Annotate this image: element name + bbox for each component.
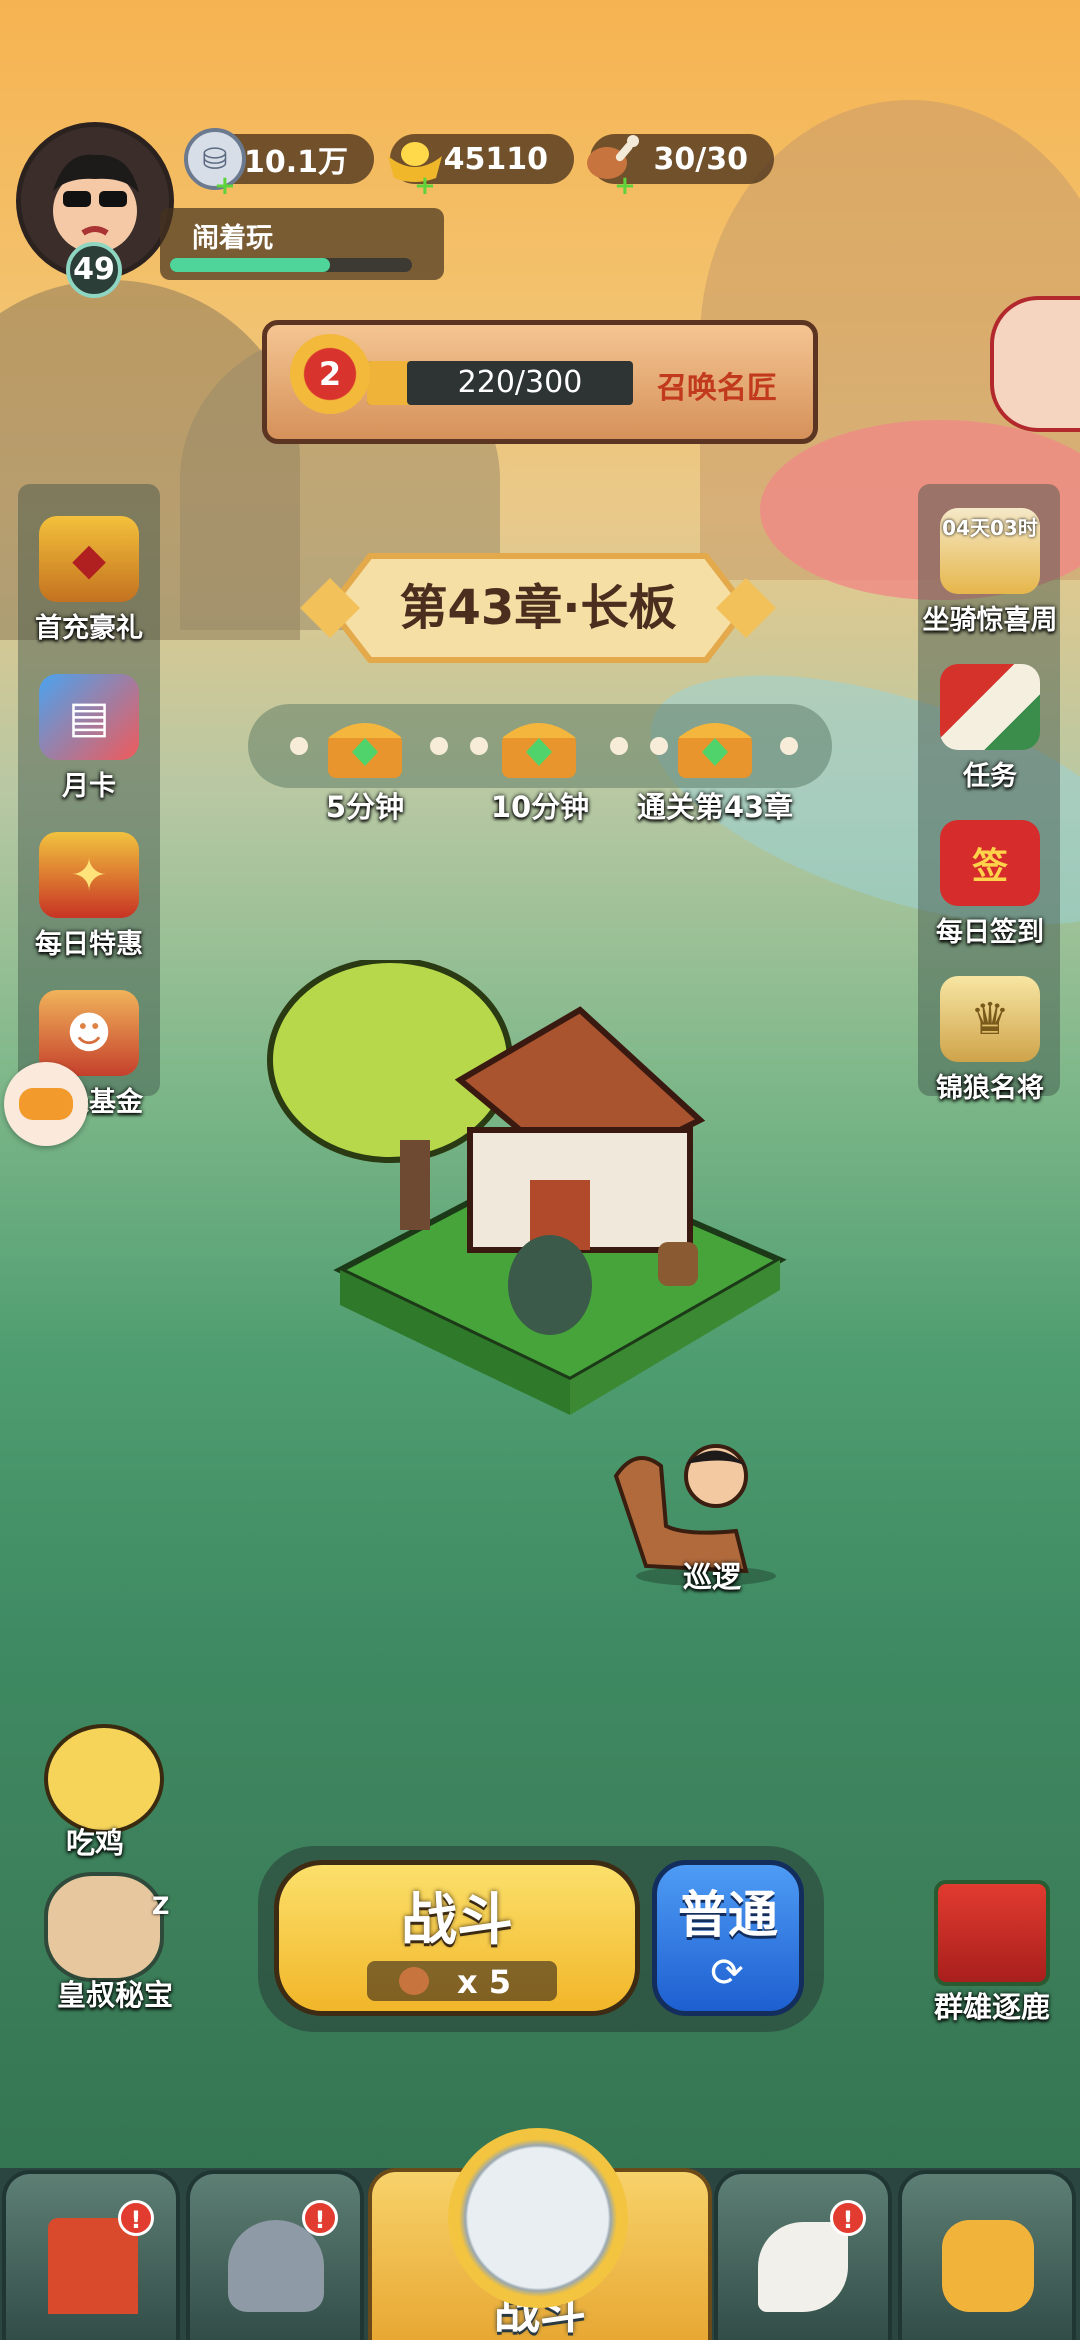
banner-icon [934, 1880, 1050, 1986]
crossed-swords-icon [448, 2128, 628, 2308]
mount-event-icon: 04天03时 [940, 508, 1040, 594]
track-dot [650, 737, 668, 755]
scroll-icon [940, 664, 1040, 750]
left-menu-month-card[interactable]: ▤ 月卡 [14, 674, 164, 803]
right-menu-label: 任务 [963, 761, 1017, 792]
nav-tab-equipment[interactable]: ! [186, 2170, 364, 2340]
player-level-badge: 49 [66, 242, 122, 298]
right-menu-tasks[interactable]: 任务 [915, 664, 1065, 793]
alert-badge: ! [302, 2200, 338, 2236]
general-helmet-icon: ♛ [940, 976, 1040, 1062]
left-menu-label: 月卡 [62, 771, 116, 802]
fist-upgrade-icon [942, 2220, 1034, 2312]
chapter-title: 第43章·长板 [399, 580, 677, 636]
sleep-z-icon: Z [152, 1892, 170, 1920]
contest-event[interactable]: 群雄逐鹿 [912, 1880, 1072, 2030]
helmet-icon [228, 2220, 324, 2312]
track-dot [290, 737, 308, 755]
silver-value: 10.1万 [243, 145, 348, 180]
treasure-chest-icon: ◆ [39, 516, 139, 602]
rank-medal: 2 [290, 334, 370, 414]
reward-chest-3[interactable] [672, 708, 758, 782]
right-menu-famous-general[interactable]: ♛ 锦狼名将 [915, 976, 1065, 1105]
game-screen: 49 闹着玩 10.1万 ⛁ + 45110 + 30/30 + 220/300… [0, 0, 1080, 2340]
hero-horn-icon [758, 2222, 848, 2312]
left-menu-first-charge[interactable]: ◆ 首充豪礼 [14, 516, 164, 645]
meat-stamina-icon [399, 1967, 429, 1995]
reward-chest-1[interactable] [322, 708, 408, 782]
nav-tab-heroes[interactable]: ! [714, 2170, 892, 2340]
right-menu-mount-event[interactable]: 04天03时 坐骑惊喜周 [915, 508, 1065, 637]
reward-label-1: 5分钟 [325, 790, 405, 824]
treasure-chest-icon [502, 723, 576, 778]
treasure-chest-icon [328, 723, 402, 778]
player-name-bar: 闹着玩 [160, 208, 444, 280]
track-dot [430, 737, 448, 755]
rank-number: 2 [318, 355, 342, 393]
patrol-label: 巡逻 [682, 1560, 741, 1594]
player-name: 闹着玩 [192, 223, 273, 254]
treasure-chest-icon [678, 723, 752, 778]
right-menu-label: 每日签到 [936, 917, 1044, 948]
track-dot [780, 737, 798, 755]
summon-progress-text: 220/300 [457, 365, 583, 400]
exp-bar [170, 258, 412, 272]
uncle-treasure-icon [44, 1872, 164, 1982]
track-dot [470, 737, 488, 755]
mode-button[interactable]: 普通 ⟳ [652, 1860, 804, 2016]
player-level: 49 [73, 252, 115, 287]
chicken-event[interactable]: 吃鸡 [30, 1716, 180, 1866]
stamina-add-icon[interactable]: + [614, 173, 636, 199]
reward-label-3: 通关第43章 [636, 790, 794, 824]
summon-progress-text-box: 220/300 [407, 361, 633, 405]
left-menu-label: 首充豪礼 [35, 613, 143, 644]
left-menu-daily-deal[interactable]: ✦ 每日特惠 [14, 832, 164, 961]
right-menu-label: 坐骑惊喜周 [922, 605, 1058, 636]
patrol-unit[interactable]: 巡逻 [606, 1436, 786, 1606]
chapter-banner: 第43章·长板 [300, 548, 776, 668]
exp-bar-fill [170, 258, 330, 272]
refresh-icon: ⟳ [710, 1950, 744, 1996]
summon-action-label[interactable]: 召唤名匠 [657, 363, 777, 407]
right-menu-daily-signin[interactable]: 签 每日签到 [915, 820, 1065, 949]
right-menu-label: 锦狼名将 [936, 1073, 1044, 1104]
uncle-treasure-event[interactable]: Z 皇叔秘宝 [30, 1868, 190, 2018]
reward-chest-2[interactable] [496, 708, 582, 782]
mode-label: 普通 [678, 1886, 778, 1944]
gamepad-float-button[interactable] [4, 1062, 88, 1146]
battle-cost-pill: x 5 [367, 1961, 557, 2001]
home-island[interactable] [250, 957, 790, 1440]
battle-cost: x 5 [457, 1963, 512, 2001]
gold-value: 45110 [443, 141, 548, 177]
nav-tab-shop[interactable]: ! [2, 2170, 180, 2340]
reward-label-2: 10分钟 [490, 790, 590, 824]
month-card-icon: ▤ [39, 674, 139, 760]
contest-label: 群雄逐鹿 [933, 1990, 1050, 2024]
battle-button[interactable]: 战斗 x 5 [274, 1860, 640, 2016]
mount-event-timer: 04天03时 [942, 516, 1038, 540]
battle-label: 战斗 [401, 1888, 513, 1953]
alert-badge: ! [830, 2200, 866, 2236]
gift-bag-icon: ✦ [39, 832, 139, 918]
nav-tab-upgrade[interactable] [898, 2170, 1076, 2340]
chicken-icon [44, 1724, 164, 1834]
stamina-value: 30/30 [653, 141, 748, 177]
track-dot [610, 737, 628, 755]
sign-in-stamp: 签 [971, 846, 1008, 887]
gold-add-icon[interactable]: + [414, 173, 436, 199]
sign-in-icon: 签 [940, 820, 1040, 906]
left-menu-label: 每日特惠 [35, 929, 143, 960]
alert-badge: ! [118, 2200, 154, 2236]
right-top-character[interactable] [990, 296, 1080, 432]
silver-add-icon[interactable]: + [214, 173, 236, 199]
uncle-treasure-label: 皇叔秘宝 [56, 1978, 173, 2012]
gamepad-icon [19, 1088, 73, 1120]
chicken-label: 吃鸡 [65, 1826, 124, 1860]
